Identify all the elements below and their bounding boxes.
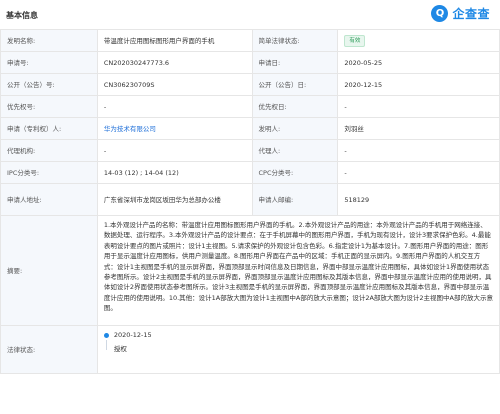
value-priority-date: - <box>338 96 500 117</box>
label-legal-status: 简单法律状态: <box>252 30 339 51</box>
value-legal-status-cell: 有效 <box>338 30 500 51</box>
value-cpc: - <box>338 162 500 183</box>
table-row: 公开（公告）号: CN306230709S 公开（公告）日: 2020-12-1… <box>1 74 500 96</box>
label-publication-date: 公开（公告）日: <box>252 74 339 95</box>
table-row: 摘要: 1.本外观设计产品的名称：带温度计应用图标图形用户界面的手机。2.本外观… <box>1 216 500 326</box>
value-applicant-address: 广东省深圳市龙岗区坂田华为总部办公楼 <box>98 184 253 215</box>
label-legal-status-history: 法律状态: <box>1 326 98 373</box>
section-title: 基本信息 <box>6 11 38 20</box>
legal-status-timeline: 2020-12-15 授权 <box>98 326 500 373</box>
timeline-line <box>105 340 107 350</box>
value-ipc: 14-03 (12) ; 14-04 (12) <box>98 162 253 183</box>
table-row: 申请人地址: 广东省深圳市龙岗区坂田华为总部办公楼 申请人邮编: 518129 <box>1 184 500 216</box>
value-publication-number: CN306230709S <box>98 74 253 95</box>
label-agency: 代理机构: <box>1 140 98 161</box>
abstract-text: 1.本外观设计产品的名称：带温度计应用图标图形用户界面的手机。2.本外观设计产品… <box>98 216 500 325</box>
table-row: 申请号: CN202030247773.6 申请日: 2020-05-25 <box>1 52 500 74</box>
timeline-date: 2020-12-15 <box>113 331 152 339</box>
label-inventor: 发明人: <box>252 118 339 139</box>
label-priority-number: 优先权号: <box>1 96 98 117</box>
patent-info-table: 发明名称: 带温度计应用图标图形用户界面的手机 简单法律状态: 有效 申请号: … <box>0 30 500 374</box>
label-invention-name: 发明名称: <box>1 30 98 51</box>
table-row: 法律状态: 2020-12-15 授权 <box>1 326 500 374</box>
value-application-number: CN202030247773.6 <box>98 52 253 73</box>
label-applicant-address: 申请人地址: <box>1 184 98 215</box>
timeline-status-text: 授权 <box>113 345 127 353</box>
qichacha-logo[interactable]: Q 企查查 <box>431 5 490 22</box>
value-application-date: 2020-05-25 <box>338 52 500 73</box>
value-agent: - <box>338 140 500 161</box>
value-inventor: 刘羽丝 <box>338 118 500 139</box>
label-application-number: 申请号: <box>1 52 98 73</box>
label-applicant: 申请（专利权）人: <box>1 118 98 139</box>
header-bar: 基本信息 Q 企查查 <box>0 0 500 30</box>
timeline-dot-icon <box>103 332 109 338</box>
label-abstract: 摘要: <box>1 216 98 325</box>
table-row: 申请（专利权）人: 华为技术有限公司 发明人: 刘羽丝 <box>1 118 500 140</box>
label-publication-number: 公开（公告）号: <box>1 74 98 95</box>
table-row: IPC分类号: 14-03 (12) ; 14-04 (12) CPC分类号: … <box>1 162 500 184</box>
value-applicant-zip: 518129 <box>338 184 500 215</box>
status-badge: 有效 <box>344 34 366 47</box>
table-row: 代理机构: - 代理人: - <box>1 140 500 162</box>
table-row: 发明名称: 带温度计应用图标图形用户界面的手机 简单法律状态: 有效 <box>1 30 500 52</box>
label-priority-date: 优先权日: <box>252 96 339 117</box>
label-agent: 代理人: <box>252 140 339 161</box>
value-publication-date: 2020-12-15 <box>338 74 500 95</box>
label-applicant-zip: 申请人邮编: <box>252 184 339 215</box>
label-cpc: CPC分类号: <box>252 162 339 183</box>
logo-text: 企查查 <box>452 7 490 21</box>
applicant-link[interactable]: 华为技术有限公司 <box>98 118 253 139</box>
table-row: 优先权号: - 优先权日: - <box>1 96 500 118</box>
value-agency: - <box>98 140 253 161</box>
value-invention-name: 带温度计应用图标图形用户界面的手机 <box>98 30 253 51</box>
value-priority-number: - <box>98 96 253 117</box>
label-application-date: 申请日: <box>252 52 339 73</box>
logo-mark-icon: Q <box>431 5 449 22</box>
timeline-entry: 2020-12-15 <box>103 330 493 340</box>
label-ipc: IPC分类号: <box>1 162 98 183</box>
